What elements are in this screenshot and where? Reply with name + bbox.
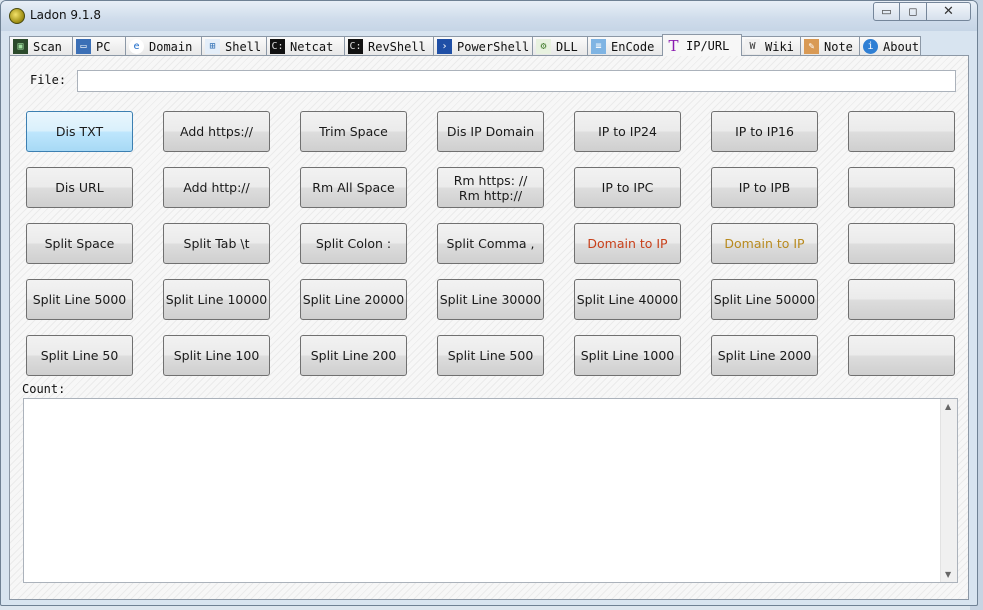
scroll-up-icon[interactable]: ▲ [945, 402, 951, 411]
split-line-20000-button[interactable]: Split Line 20000 [300, 279, 407, 320]
dll-icon: ⚙ [536, 39, 551, 54]
tab-label: PowerShell [457, 39, 530, 54]
tab-shell[interactable]: ⊞ Shell [201, 36, 267, 56]
tab-wiki[interactable]: W Wiki [741, 36, 801, 56]
tab-note[interactable]: ✎ Note [800, 36, 860, 56]
split-line-2000-button[interactable]: Split Line 2000 [711, 335, 818, 376]
tab-domain[interactable]: e Domain [125, 36, 202, 56]
tab-label: Domain [149, 39, 193, 54]
monitor-icon: ▭ [76, 39, 91, 54]
tab-revshell[interactable]: C: RevShell [344, 36, 434, 56]
ip-to-ipc-button[interactable]: IP to IPC [574, 167, 681, 208]
file-label: File: [30, 73, 67, 87]
network-icon: ⊞ [205, 39, 220, 54]
cmd-icon: C: [270, 39, 285, 54]
tab-powershell[interactable]: › PowerShell [433, 36, 533, 56]
wiki-icon: W [745, 39, 760, 54]
tab-label: EnCode [611, 39, 655, 54]
tab-netcat[interactable]: C: Netcat [266, 36, 345, 56]
empty-button-r5[interactable] [848, 335, 955, 376]
ip-to-ip16-button[interactable]: IP to IP16 [711, 111, 818, 152]
tab-label: Scan [33, 39, 62, 54]
ip-url-panel: File: Count: ▲ ▼ Dis TXT Add https:// Trim… [9, 55, 969, 600]
split-line-50-button[interactable]: Split Line 50 [26, 335, 133, 376]
output-textarea[interactable]: ▲ ▼ [23, 398, 958, 583]
close-button[interactable]: ✕ [927, 2, 971, 21]
rm-https-rm-http-button[interactable]: Rm https: // Rm http:// [437, 167, 544, 208]
domain-to-ip-button[interactable]: Domain to IP [574, 223, 681, 264]
main-window: Ladon 9.1.8 ▭ ◻ ✕ ▣ Scan ▭ PC e Domain ⊞ Shell C… [0, 0, 978, 606]
empty-button-r3[interactable] [848, 223, 955, 264]
minimize-button[interactable]: ▭ [873, 2, 900, 21]
add-https-button[interactable]: Add https:// [163, 111, 270, 152]
minimize-icon: ▭ [881, 5, 892, 18]
tab-dll[interactable]: ⚙ DLL [532, 36, 588, 56]
cmd-icon: C: [348, 39, 363, 54]
split-line-1000-button[interactable]: Split Line 1000 [574, 335, 681, 376]
ladon-app-icon [9, 8, 25, 24]
dis-txt-button[interactable]: Dis TXT [26, 111, 133, 152]
tab-label: DLL [556, 39, 578, 54]
split-comma-button[interactable]: Split Comma , [437, 223, 544, 264]
count-label: Count: [22, 382, 66, 396]
tab-encode[interactable]: ≡ EnCode [587, 36, 663, 56]
tab-label: Note [824, 39, 853, 54]
domain-to-ip-button-2[interactable]: Domain to IP [711, 223, 818, 264]
powershell-icon: › [437, 39, 452, 54]
ip-to-ipb-button[interactable]: IP to IPB [711, 167, 818, 208]
split-space-button[interactable]: Split Space [26, 223, 133, 264]
vertical-scrollbar[interactable]: ▲ ▼ [940, 399, 957, 582]
tab-label: Wiki [765, 39, 794, 54]
tab-label: Shell [225, 39, 262, 54]
split-colon-button[interactable]: Split Colon : [300, 223, 407, 264]
title-bar[interactable]: Ladon 9.1.8 ▭ ◻ ✕ [1, 1, 977, 31]
tab-about[interactable]: i About [859, 36, 921, 56]
ie-icon: e [129, 39, 144, 54]
ip-to-ip24-button[interactable]: IP to IP24 [574, 111, 681, 152]
tab-ip-url[interactable]: T IP/URL [662, 34, 742, 56]
dis-ip-domain-button[interactable]: Dis IP Domain [437, 111, 544, 152]
empty-button-r4[interactable] [848, 279, 955, 320]
tab-label: RevShell [368, 39, 426, 54]
maximize-icon: ◻ [908, 5, 918, 18]
info-icon: i [863, 39, 878, 54]
text-t-icon: T [668, 36, 679, 55]
close-icon: ✕ [943, 4, 954, 19]
tab-pc[interactable]: ▭ PC [72, 36, 126, 56]
maximize-button[interactable]: ◻ [900, 2, 927, 21]
empty-button-r1[interactable] [848, 111, 955, 152]
tab-scan[interactable]: ▣ Scan [9, 36, 73, 56]
file-input[interactable] [77, 70, 956, 92]
tab-label: IP/URL [686, 38, 730, 53]
add-http-button[interactable]: Add http:// [163, 167, 270, 208]
encode-icon: ≡ [591, 39, 606, 54]
tab-label: Netcat [290, 39, 334, 54]
trim-space-button[interactable]: Trim Space [300, 111, 407, 152]
split-line-5000-button[interactable]: Split Line 5000 [26, 279, 133, 320]
tab-label: About [883, 39, 920, 54]
note-icon: ✎ [804, 39, 819, 54]
split-line-30000-button[interactable]: Split Line 30000 [437, 279, 544, 320]
split-line-10000-button[interactable]: Split Line 10000 [163, 279, 270, 320]
split-line-40000-button[interactable]: Split Line 40000 [574, 279, 681, 320]
split-tab-t-button[interactable]: Split Tab \t [163, 223, 270, 264]
window-title: Ladon 9.1.8 [30, 8, 101, 22]
split-line-100-button[interactable]: Split Line 100 [163, 335, 270, 376]
dis-url-button[interactable]: Dis URL [26, 167, 133, 208]
split-line-500-button[interactable]: Split Line 500 [437, 335, 544, 376]
split-line-50000-button[interactable]: Split Line 50000 [711, 279, 818, 320]
tab-strip: ▣ Scan ▭ PC e Domain ⊞ Shell C: Netcat C: RevShell ›… [9, 34, 921, 56]
tab-label: PC [96, 39, 111, 54]
scroll-down-icon[interactable]: ▼ [945, 570, 951, 579]
empty-button-r2[interactable] [848, 167, 955, 208]
window-controls: ▭ ◻ ✕ [873, 2, 971, 21]
rm-all-space-button[interactable]: Rm All Space [300, 167, 407, 208]
split-line-200-button[interactable]: Split Line 200 [300, 335, 407, 376]
terminal-icon: ▣ [13, 39, 28, 54]
